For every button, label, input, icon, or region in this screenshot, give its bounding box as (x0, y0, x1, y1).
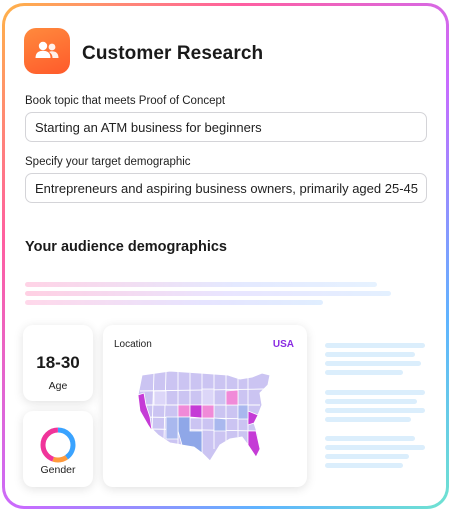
placeholder-line (325, 352, 415, 357)
placeholder-line (325, 445, 425, 450)
placeholder-line (325, 436, 415, 441)
gender-donut-chart (40, 427, 76, 463)
people-icon (24, 28, 70, 74)
placeholder-line (25, 282, 377, 287)
usa-map (137, 370, 271, 462)
section-title: Your audience demographics (25, 239, 227, 255)
placeholder-line (25, 300, 323, 305)
location-label: Location (114, 339, 152, 350)
placeholder-line (325, 343, 425, 348)
placeholder-line (325, 399, 417, 404)
placeholder-line (325, 408, 425, 413)
placeholder-line (325, 417, 411, 422)
placeholder-line (325, 370, 403, 375)
card-frame: Customer Research Book topic that meets … (2, 3, 449, 509)
age-value: 18-30 (36, 353, 80, 372)
gender-label: Gender (40, 464, 76, 476)
page-title: Customer Research (82, 43, 264, 64)
demographic-input[interactable]: Entrepreneurs and aspiring business owne… (25, 173, 427, 203)
age-card: 18-30 Age (23, 325, 93, 401)
topic-label: Book topic that meets Proof of Concept (25, 95, 226, 107)
country-label: USA (272, 339, 294, 350)
age-label: Age (48, 380, 68, 392)
placeholder-line (325, 361, 421, 366)
location-card: Location USA (103, 325, 307, 487)
topic-input[interactable]: Starting an ATM business for beginners (25, 112, 427, 142)
placeholder-line (25, 291, 391, 296)
customer-research-card: Customer Research Book topic that meets … (5, 6, 446, 506)
placeholder-line (325, 390, 425, 395)
placeholder-line (325, 454, 409, 459)
demographic-label: Specify your target demographic (25, 156, 191, 168)
placeholder-line (325, 463, 403, 468)
gender-card: Gender (23, 411, 93, 487)
